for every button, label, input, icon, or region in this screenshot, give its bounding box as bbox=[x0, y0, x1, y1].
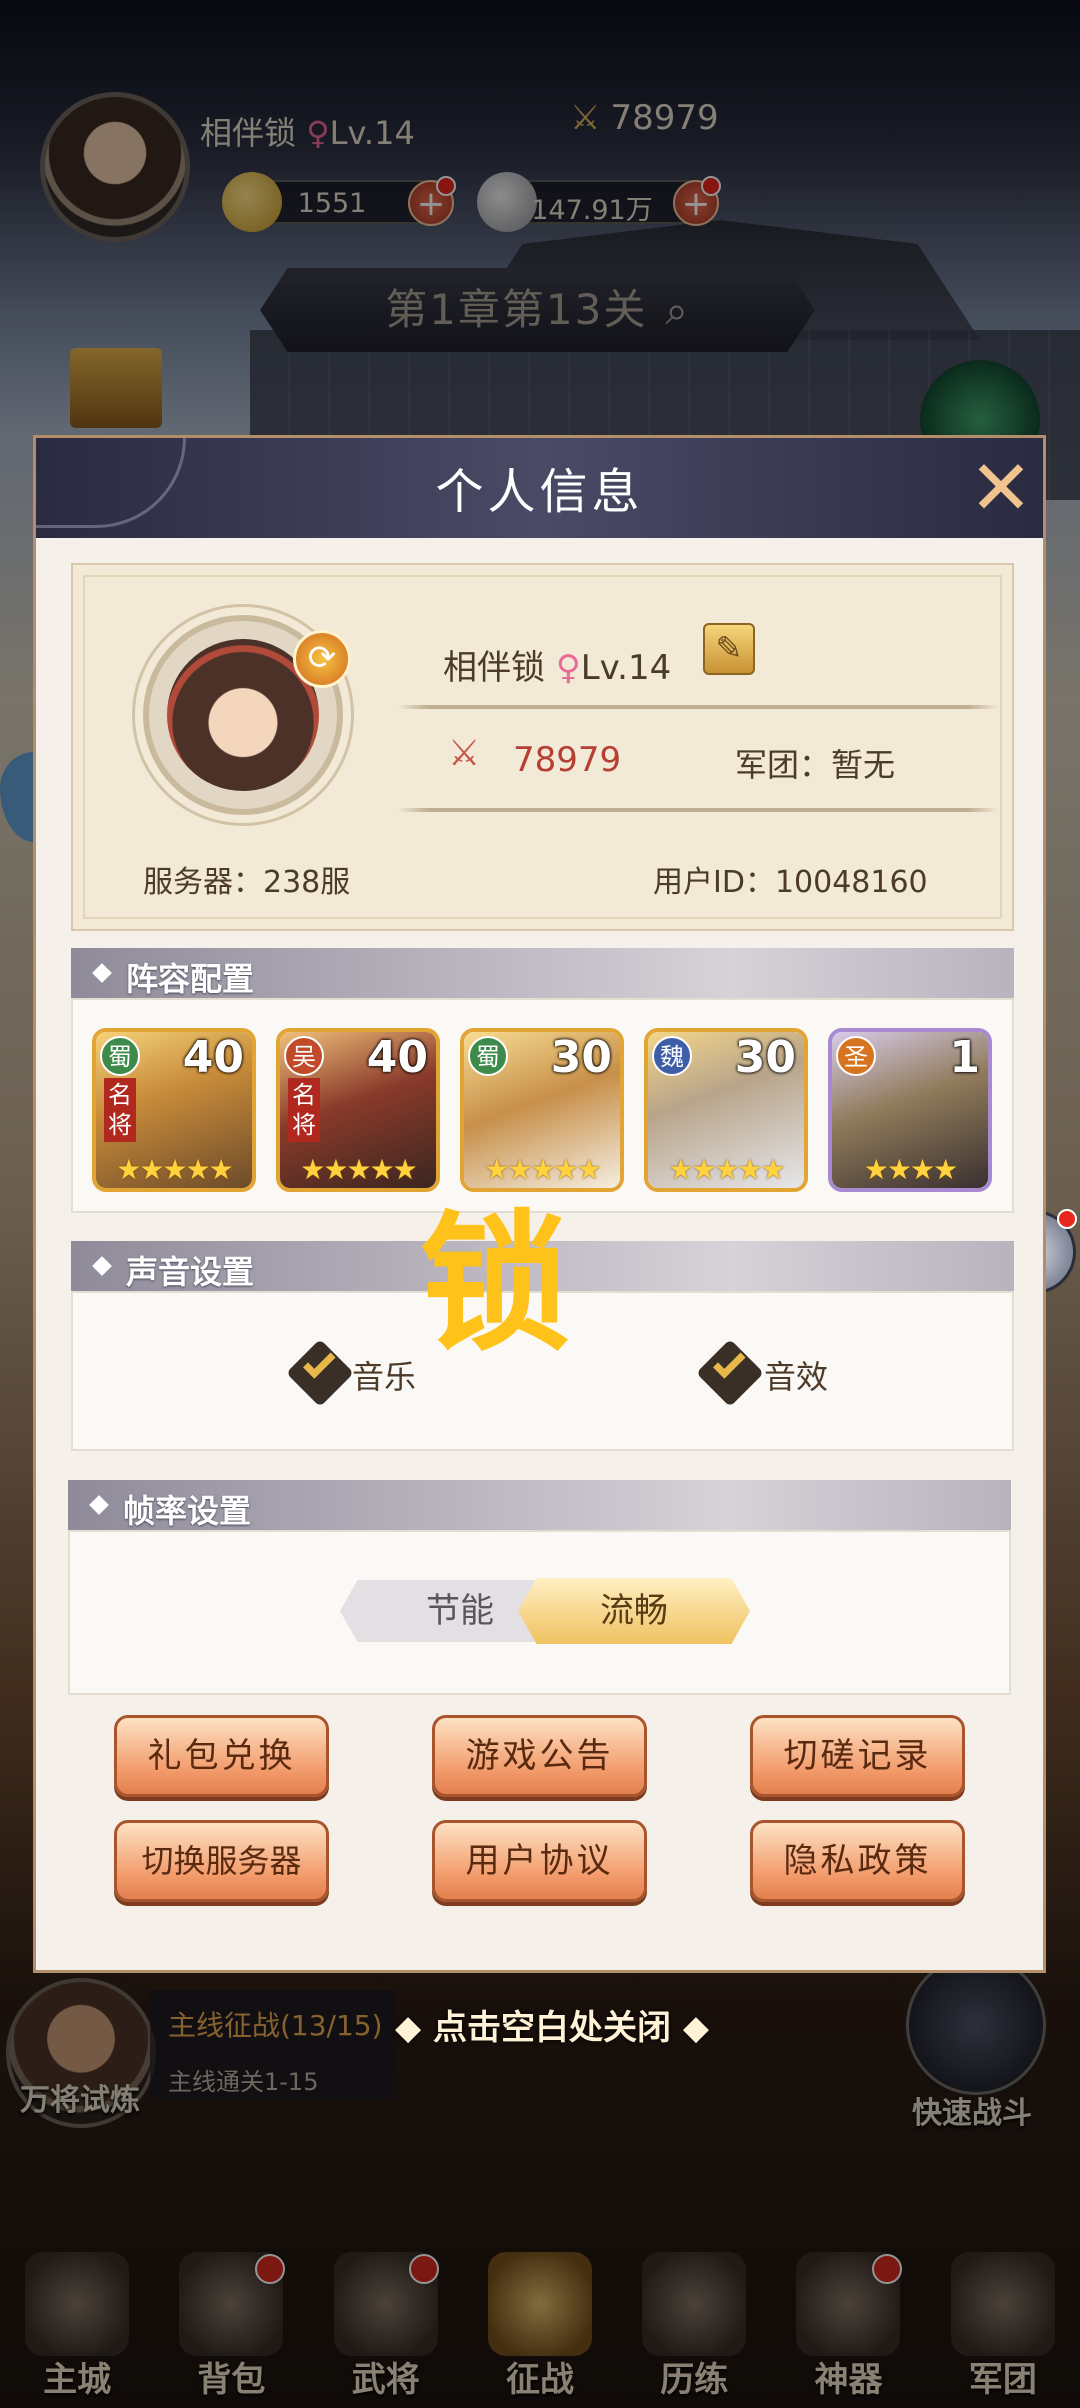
profile-name-level: 相伴锁 ♀Lv.14 bbox=[443, 640, 671, 689]
female-icon: ♀ bbox=[555, 648, 581, 688]
game-notice-button[interactable]: 游戏公告 bbox=[432, 1715, 647, 1797]
diamond-icon bbox=[89, 1495, 109, 1515]
hero-stars: ★★★★★ bbox=[668, 1153, 786, 1186]
sound-section-title: 声音设置 bbox=[126, 1253, 255, 1291]
divider bbox=[398, 808, 998, 812]
profile-legion: 军团：暂无 bbox=[735, 746, 896, 784]
gift-code-button[interactable]: 礼包兑换 bbox=[114, 1715, 329, 1797]
diamond-icon bbox=[92, 963, 112, 983]
diamond-icon bbox=[92, 1256, 112, 1276]
hero-stars: ★★★★★ bbox=[484, 1153, 602, 1186]
checkmark-icon bbox=[713, 1346, 746, 1379]
faction-badge: 吴 bbox=[284, 1036, 324, 1076]
fps-toggle: 节能 流畅 bbox=[340, 1578, 750, 1644]
close-button[interactable]: ✕ bbox=[966, 450, 1036, 526]
hero-level: 40 bbox=[366, 1032, 428, 1083]
profile-server: 服务器：238服 bbox=[143, 865, 351, 900]
faction-badge: 蜀 bbox=[100, 1036, 140, 1076]
user-agreement-button[interactable]: 用户协议 bbox=[432, 1820, 647, 1902]
fps-section-header: 帧率设置 bbox=[68, 1480, 1011, 1530]
fps-option-smooth[interactable]: 流畅 bbox=[518, 1578, 750, 1644]
divider bbox=[398, 705, 998, 709]
close-hint: ◆ 点击空白处关闭 ◆ bbox=[395, 2008, 709, 2048]
hero-stars: ★★★★ bbox=[863, 1153, 958, 1186]
hero-card-2[interactable]: 吴 40 名将 ★★★★★ bbox=[276, 1028, 440, 1192]
hero-level: 30 bbox=[734, 1032, 796, 1083]
music-label: 音乐 bbox=[352, 1358, 417, 1396]
faction-badge: 圣 bbox=[836, 1036, 876, 1076]
hero-card-4[interactable]: 魏 30 ★★★★★ bbox=[644, 1028, 808, 1192]
hero-stars: ★★★★★ bbox=[116, 1153, 234, 1186]
faction-badge: 蜀 bbox=[468, 1036, 508, 1076]
fps-section-title: 帧率设置 bbox=[123, 1492, 252, 1530]
close-hint-text: 点击空白处关闭 bbox=[432, 2008, 671, 2048]
team-section-title: 阵容配置 bbox=[126, 960, 255, 998]
privacy-policy-button[interactable]: 隐私政策 bbox=[750, 1820, 965, 1902]
hero-level: 30 bbox=[550, 1032, 612, 1083]
profile-level: Lv.14 bbox=[580, 648, 672, 688]
hero-level: 40 bbox=[182, 1032, 244, 1083]
hero-card-1[interactable]: 蜀 40 名将 ★★★★★ bbox=[92, 1028, 256, 1192]
profile-power: 78979 bbox=[513, 740, 622, 780]
crossed-swords-icon: ⚔ bbox=[448, 733, 481, 774]
switch-server-button[interactable]: 切换服务器 bbox=[114, 1820, 329, 1902]
hero-level: 1 bbox=[949, 1032, 980, 1083]
sfx-label: 音效 bbox=[764, 1358, 829, 1396]
checkmark-icon bbox=[303, 1346, 336, 1379]
modal-title: 个人信息 bbox=[435, 464, 644, 520]
hero-card-5[interactable]: 圣 1 ★★★★ bbox=[828, 1028, 992, 1192]
profile-user-id: 用户ID：10048160 bbox=[653, 865, 928, 900]
faction-badge: 魏 bbox=[652, 1036, 692, 1076]
team-section-header: 阵容配置 bbox=[71, 948, 1014, 998]
hero-stars: ★★★★★ bbox=[300, 1153, 418, 1186]
profile-name: 相伴锁 bbox=[443, 648, 545, 688]
duel-record-button[interactable]: 切磋记录 bbox=[750, 1715, 965, 1797]
notification-dot bbox=[1057, 1209, 1077, 1229]
hero-card-3[interactable]: 蜀 30 ★★★★★ bbox=[460, 1028, 624, 1192]
change-avatar-icon[interactable]: ⟳ bbox=[293, 630, 351, 688]
lock-watermark: 锁 bbox=[420, 1198, 571, 1372]
famous-general-tag: 名将 bbox=[288, 1078, 320, 1142]
famous-general-tag: 名将 bbox=[104, 1078, 136, 1142]
edit-name-icon[interactable]: ✎ bbox=[703, 623, 755, 675]
profile-card: ⟳ 相伴锁 ♀Lv.14 ✎ ⚔ 78979 军团：暂无 服务器：238服 用户… bbox=[71, 563, 1014, 931]
